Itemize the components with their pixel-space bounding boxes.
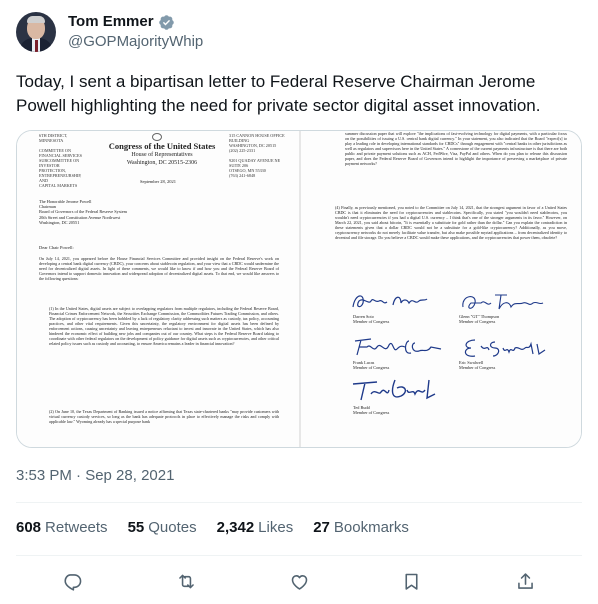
likes-label: Likes	[258, 519, 294, 536]
author-handle[interactable]: @GOPMajorityWhip	[68, 32, 203, 52]
signer-role: Member of Congress	[353, 365, 390, 371]
letterhead-house: House of Representatives	[131, 152, 193, 158]
quotes-count: 55	[127, 519, 145, 536]
signer-role: Member of Congress	[353, 319, 390, 325]
signer-role: Member of Congress	[459, 365, 496, 371]
likes-count: 2,342	[216, 519, 255, 536]
letter-question-2: (2) On June 10, the Texas Department of …	[49, 409, 279, 424]
retweets-stat[interactable]: 608 Retweets	[16, 519, 108, 536]
letter-question-3-continued: summer discussion paper that will explor…	[345, 131, 567, 166]
retweet-icon	[178, 574, 194, 588]
signer-2: Glenn "GT" Thompson Member of Congress	[459, 314, 499, 324]
like-icon	[291, 574, 307, 590]
letter-address: The Honorable Jerome Powell Chairman Boa…	[39, 199, 127, 225]
letterhead-congress: Congress of the United States	[108, 141, 216, 151]
letter-body-paragraph: On July 14, 2021, you appeared before th…	[39, 256, 279, 281]
signature-ted-budd	[352, 379, 436, 401]
bookmarks-count: 27	[313, 519, 330, 536]
quotes-stat[interactable]: 55 Quotes	[128, 519, 197, 536]
signature-eric-swalwell	[464, 339, 546, 357]
letter-page-left: 6TH DISTRICT, MINNESOTA COMMITTEE ON FIN…	[17, 131, 299, 447]
tweet-text: Today, I sent a bipartisan letter to Fed…	[16, 72, 541, 115]
author-display-name[interactable]: Tom Emmer	[68, 12, 203, 32]
divider	[16, 555, 582, 556]
tweet-header: Tom Emmer @GOPMajorityWhip	[16, 12, 203, 52]
signer-1: Darren Soto Member of Congress	[353, 314, 389, 324]
letter-question-4: (4) Finally, as previously mentioned, yo…	[335, 205, 567, 240]
letter-page-right: summer discussion paper that will explor…	[301, 131, 581, 447]
letterhead-title: Congress of the United States House of R…	[103, 141, 221, 167]
bookmark-button[interactable]	[398, 568, 424, 594]
signature-darren-soto	[352, 295, 428, 308]
letter-date: September 28, 2021	[139, 179, 177, 184]
signer-3: Frank Lucas Member of Congress	[353, 360, 389, 370]
letterhead-offices: 315 CANNON HOUSE OFFICE BUILDING WASHING…	[229, 133, 285, 178]
retweets-label: Retweets	[45, 519, 108, 536]
letter-salutation: Dear Chair Powell:	[39, 245, 74, 250]
bookmarks-label: Bookmarks	[333, 519, 409, 536]
author-name-text[interactable]: Tom Emmer	[68, 12, 154, 32]
letter-question-1: (1) In the United States, digital assets…	[49, 306, 279, 346]
like-button[interactable]	[286, 568, 312, 594]
congress-seal-icon	[152, 133, 162, 141]
verified-badge-icon	[158, 14, 174, 30]
divider	[16, 502, 582, 503]
reply-icon	[63, 573, 81, 591]
tweet-timestamp[interactable]: 3:53 PM · Sep 28, 2021	[16, 467, 174, 484]
signer-role: Member of Congress	[459, 319, 496, 325]
likes-stat[interactable]: 2,342 Likes	[217, 519, 294, 536]
share-button[interactable]	[512, 568, 538, 594]
bookmark-icon	[404, 573, 418, 590]
signature-frank-lucas	[354, 338, 442, 356]
retweet-button[interactable]	[173, 568, 199, 594]
signature-glenn-thompson	[462, 294, 544, 310]
retweets-count: 608	[16, 519, 42, 536]
signer-4: Eric Swalwell Member of Congress	[459, 360, 495, 370]
share-icon	[517, 572, 533, 589]
signer-role: Member of Congress	[353, 410, 390, 416]
letterhead-city: Washington, DC 20515-2306	[126, 160, 198, 166]
tweet-media-image[interactable]: 6TH DISTRICT, MINNESOTA COMMITTEE ON FIN…	[16, 130, 582, 448]
author-info: Tom Emmer @GOPMajorityWhip	[68, 12, 203, 52]
tweet-actions-bar	[16, 566, 582, 596]
signer-5: Ted Budd Member of Congress	[353, 405, 389, 415]
bookmarks-stat[interactable]: 27 Bookmarks	[313, 519, 409, 536]
avatar[interactable]	[16, 12, 56, 52]
quotes-label: Quotes	[148, 519, 197, 536]
reply-button[interactable]	[59, 568, 85, 594]
engagement-stats: 608 Retweets 55 Quotes 2,342 Likes 27 Bo…	[16, 519, 429, 536]
